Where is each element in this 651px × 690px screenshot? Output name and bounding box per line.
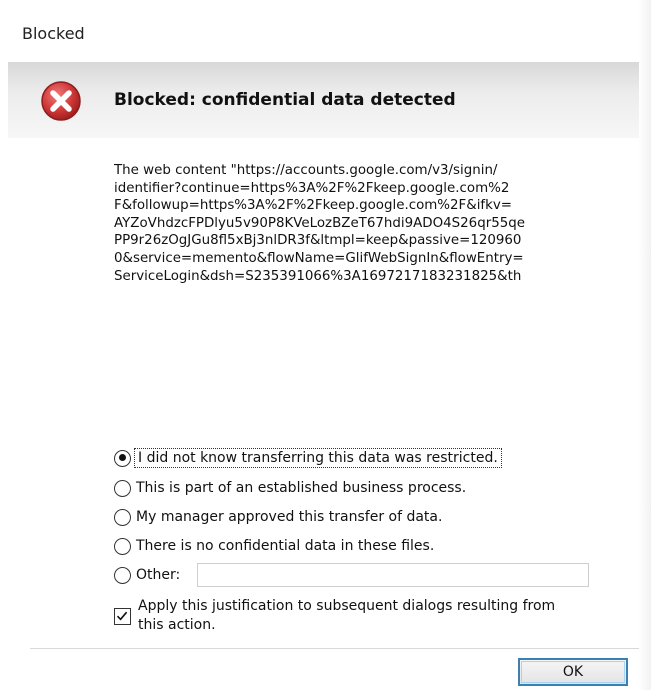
title-bar: Blocked xyxy=(0,0,640,62)
ok-button-label: OK xyxy=(562,664,584,680)
radio-button[interactable] xyxy=(114,479,131,497)
radio-button[interactable] xyxy=(114,566,131,584)
option-label: My manager approved this transfer of dat… xyxy=(136,509,443,525)
message-line: identifier?continue=https%3A%2F%2Fkeep.g… xyxy=(114,180,510,196)
apply-justification-label: Apply this justification to subsequent d… xyxy=(138,598,556,633)
ok-button[interactable]: OK xyxy=(518,658,628,686)
option-label: Other: xyxy=(136,567,181,583)
message-line: PP9r26zOgJGu8fl5xBj3nlDR3f&ltmpl=keep&pa… xyxy=(114,233,522,249)
option-label: There is no confidential data in these f… xyxy=(136,538,435,554)
footer-divider xyxy=(30,648,640,649)
dialog-heading: Blocked: confidential data detected xyxy=(114,90,456,110)
message-line: 0&service=memento&flowName=GlifWebSignIn… xyxy=(114,250,524,266)
option-label: This is part of an established business … xyxy=(136,480,467,496)
message-line: The web content "https://accounts.google… xyxy=(114,163,498,178)
message-line: AYZoVhdzcFPDlyu5v90P8KVeLozBZeT67hdi9ADO… xyxy=(114,215,525,231)
blocked-message: The web content "https://accounts.google… xyxy=(114,162,584,285)
radio-button-selected[interactable] xyxy=(114,449,131,467)
radio-button[interactable] xyxy=(114,508,131,526)
window-edge xyxy=(639,0,651,690)
other-justification-input[interactable] xyxy=(197,563,589,587)
apply-justification-checkbox[interactable] xyxy=(114,608,131,625)
window-title: Blocked xyxy=(22,24,85,43)
blocked-dialog: Blocked Blocked: confidential data detec… xyxy=(0,0,651,690)
option-other[interactable]: Other: xyxy=(114,564,180,586)
radio-button[interactable] xyxy=(114,537,131,555)
option-manager-approved[interactable]: My manager approved this transfer of dat… xyxy=(114,506,442,528)
checkmark-icon xyxy=(116,611,128,621)
option-business-process[interactable]: This is part of an established business … xyxy=(114,477,466,499)
message-line: ServiceLogin&dsh=S235391066%3A1697217183… xyxy=(114,268,522,284)
message-line: F&followup=https%3A%2F%2Fkeep.google.com… xyxy=(114,198,513,214)
option-no-confidential-data[interactable]: There is no confidential data in these f… xyxy=(114,535,434,557)
error-x-icon xyxy=(39,79,83,123)
option-label: I did not know transferring this data wa… xyxy=(134,448,502,468)
option-did-not-know[interactable]: I did not know transferring this data wa… xyxy=(114,447,502,469)
